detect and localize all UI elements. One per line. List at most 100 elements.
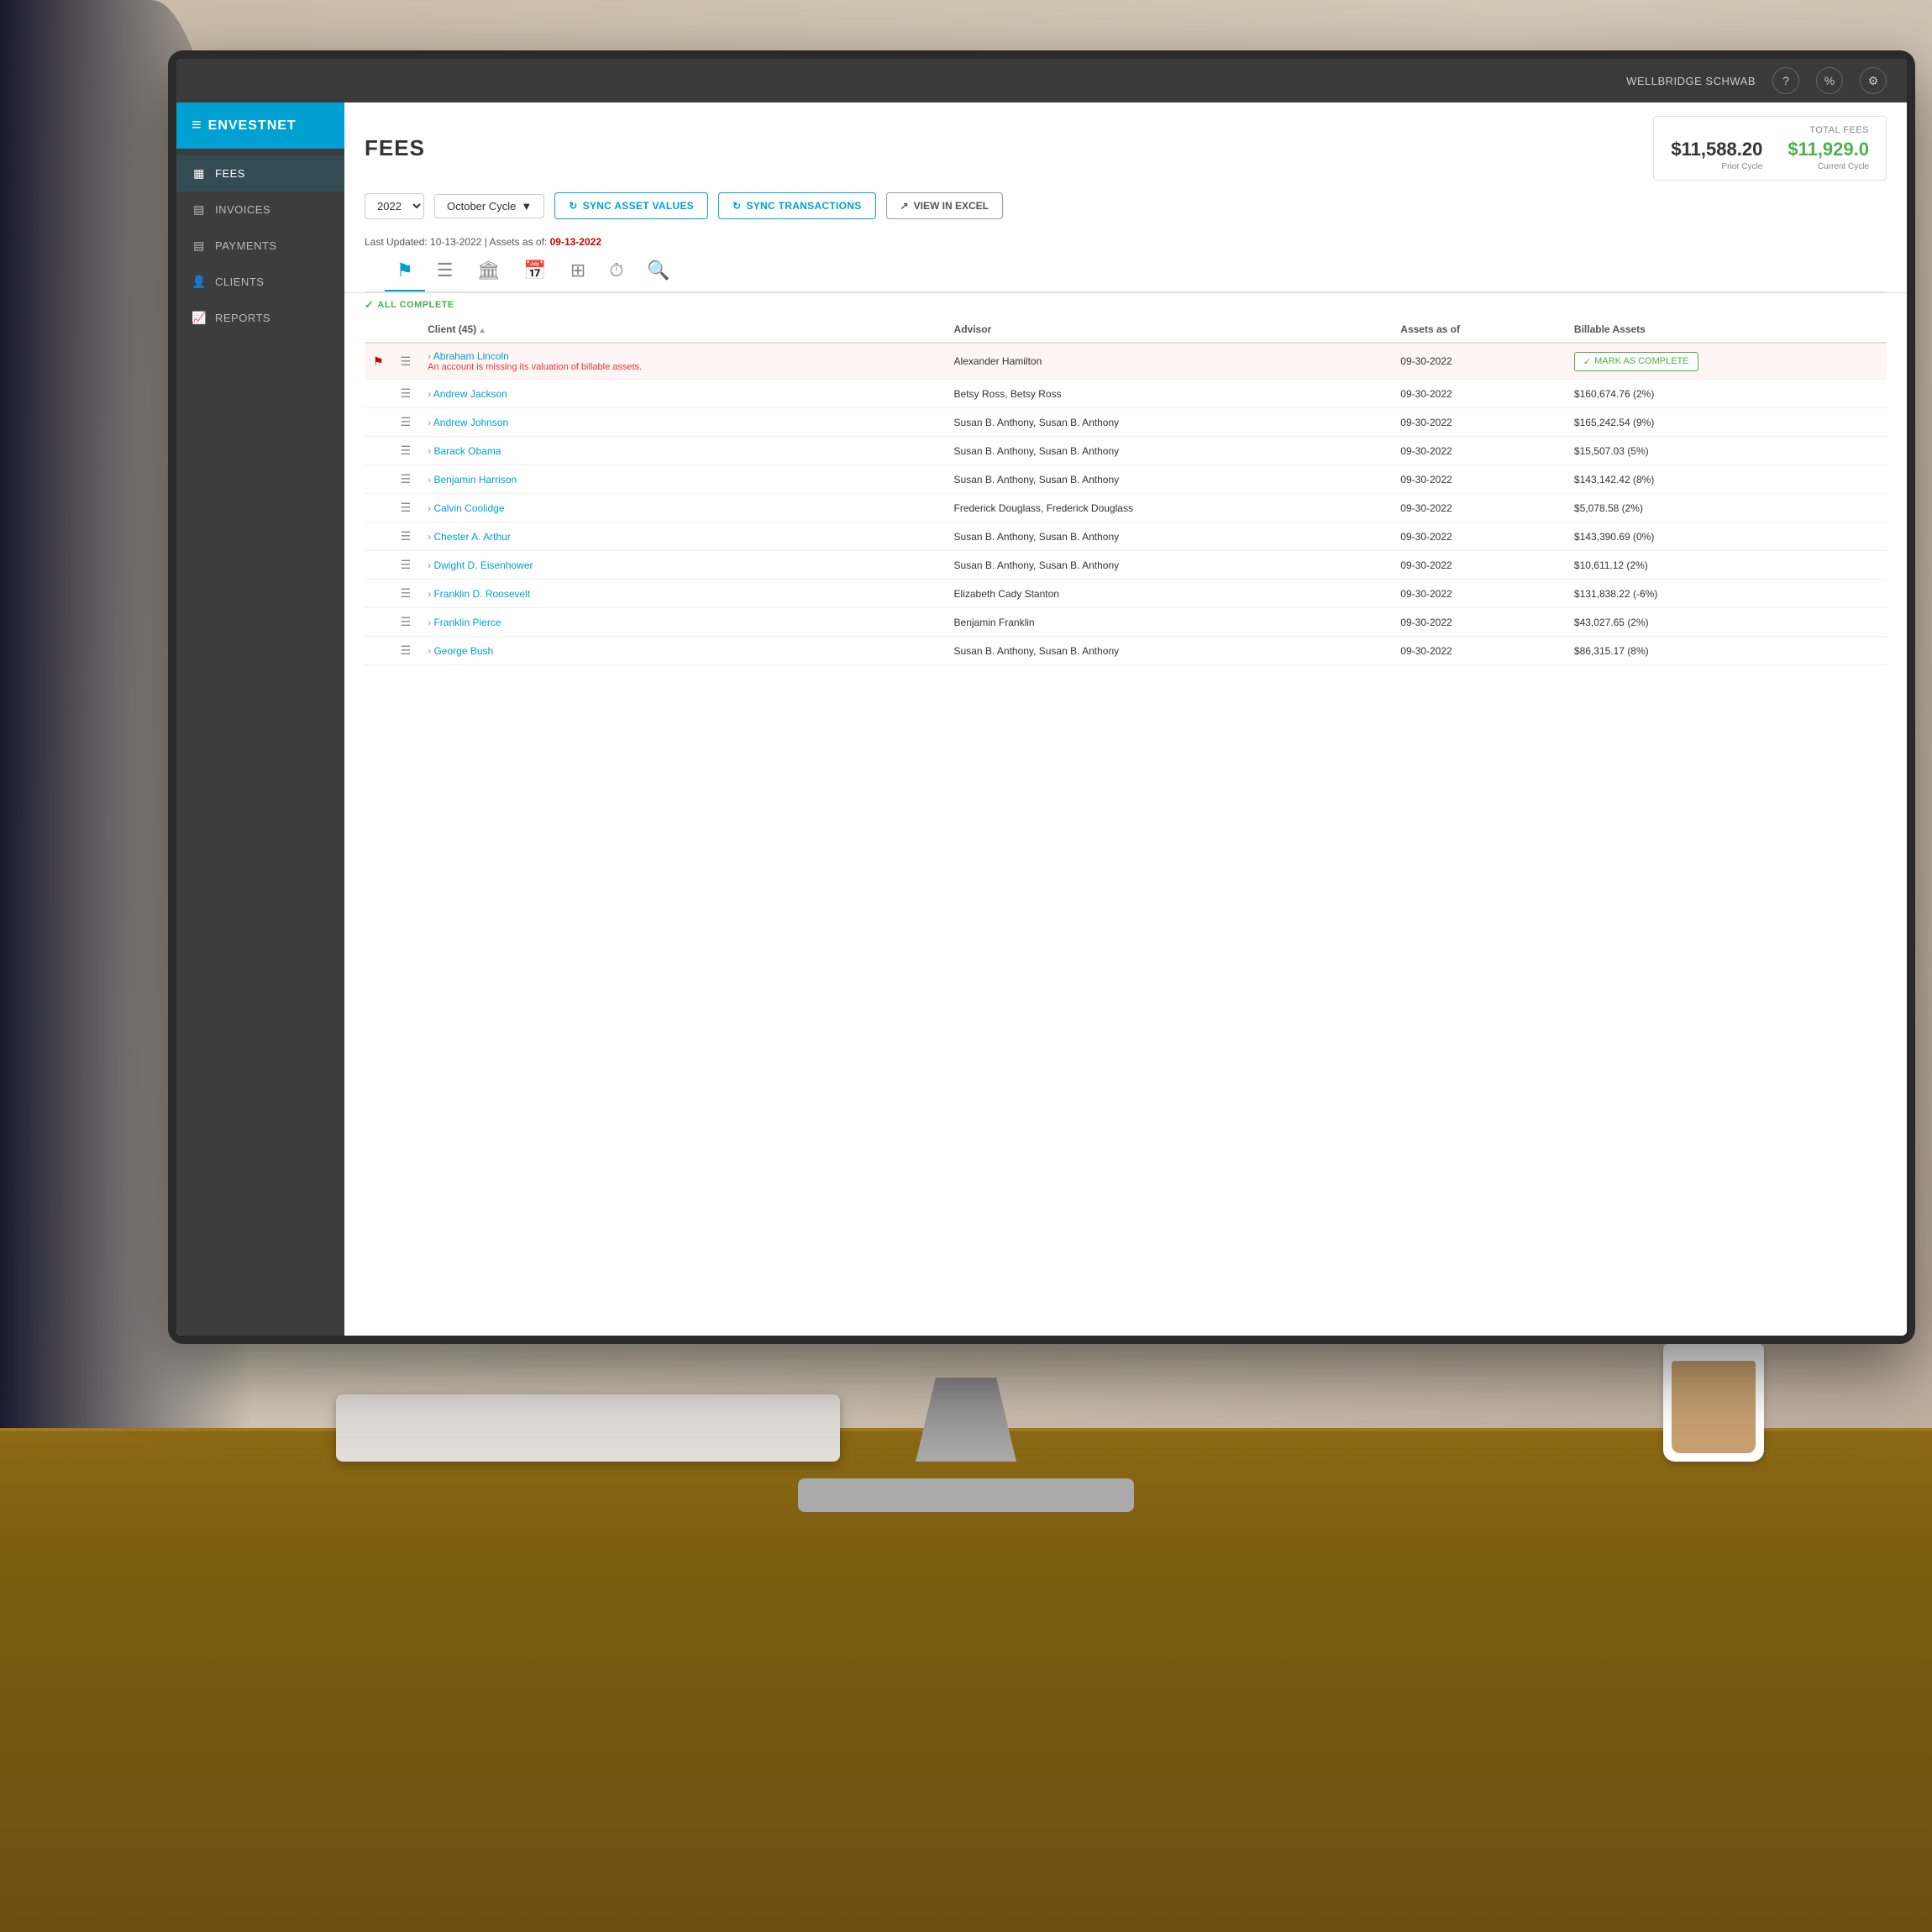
table-row: ☰ Chester A. Arthur Susan B. Anthony, Su…	[365, 522, 1887, 551]
mark-complete-button[interactable]: ✓ MARK AS COMPLETE	[1574, 352, 1698, 371]
advisor-cell: Susan B. Anthony, Susan B. Anthony	[946, 437, 1393, 465]
client-name[interactable]: Chester A. Arthur	[428, 531, 511, 543]
sidebar-item-clients[interactable]: 👤 CLIENTS	[176, 264, 344, 300]
filter-tab-doc[interactable]: ☰	[425, 251, 465, 291]
flag-cell	[365, 522, 392, 551]
doc-cell: ☰	[392, 380, 420, 408]
billable-cell: $86,315.17 (8%)	[1566, 637, 1887, 665]
sync-asset-icon: ↻	[569, 200, 577, 212]
sync-transactions-button[interactable]: ↻ SYNC TRANSACTIONS	[718, 192, 875, 219]
table-row: ☰ Calvin Coolidge Frederick Douglass, Fr…	[365, 494, 1887, 522]
total-fees-label: TOTAL FEES	[1671, 125, 1869, 135]
fees-title-row: FEES TOTAL FEES $11,588.20 Prior Cycle	[365, 116, 1887, 181]
client-cell[interactable]: Dwight D. Eisenhower	[419, 551, 945, 580]
doc-cell: ☰	[392, 437, 420, 465]
filter-tab-flag[interactable]: ⚑	[385, 251, 425, 291]
advisor-cell: Susan B. Anthony, Susan B. Anthony	[946, 551, 1393, 580]
filter-tab-bank[interactable]: 🏛	[465, 251, 512, 291]
doc-icon: ☰	[401, 444, 412, 457]
fees-icon: ▦	[192, 166, 207, 181]
client-name[interactable]: Andrew Johnson	[428, 417, 508, 428]
coffee-cup	[1663, 1344, 1764, 1462]
year-select[interactable]: 2022	[365, 193, 424, 219]
filter-tab-clock[interactable]: ⏱	[597, 251, 635, 291]
sidebar-item-invoices[interactable]: ▤ INVOICES	[176, 192, 344, 228]
monitor-base	[798, 1478, 1134, 1512]
client-cell[interactable]: Barack Obama	[419, 437, 945, 465]
billable-cell: ✓ MARK AS COMPLETE	[1566, 343, 1887, 380]
client-cell[interactable]: Calvin Coolidge	[419, 494, 945, 522]
settings-icon[interactable]: ⚙	[1860, 67, 1887, 94]
client-name[interactable]: Abraham Lincoln	[428, 350, 937, 362]
current-amount: $11,929.0	[1788, 139, 1869, 160]
sync-trans-icon: ↻	[732, 200, 741, 212]
monitor-frame: WELLBRIDGE SCHWAB ? % ⚙ ≡ ENVESTNET ▦ FE…	[168, 50, 1915, 1344]
flag-cell	[365, 437, 392, 465]
sidebar-item-reports-label: REPORTS	[215, 312, 270, 324]
col-client[interactable]: Client (45)	[419, 317, 945, 343]
cycle-select[interactable]: October Cycle ▼	[434, 194, 544, 218]
filter-tab-calendar[interactable]: 📅	[512, 251, 558, 291]
help-icon[interactable]: ?	[1772, 67, 1799, 94]
client-cell[interactable]: Chester A. Arthur	[419, 522, 945, 551]
client-cell[interactable]: Andrew Johnson	[419, 408, 945, 437]
controls-row: 2022 October Cycle ▼ ↻ SYNC ASSET VALUES…	[365, 192, 1887, 219]
table-row: ☰ Andrew Jackson Betsy Ross, Betsy Ross …	[365, 380, 1887, 408]
table-header: Client (45) Advisor Assets as of Billabl…	[365, 317, 1887, 343]
client-cell[interactable]: Franklin Pierce	[419, 608, 945, 637]
sidebar-item-invoices-label: INVOICES	[215, 203, 270, 216]
flag-cell	[365, 580, 392, 608]
col-doc	[392, 317, 420, 343]
sidebar-logo: ≡ ENVESTNET	[176, 102, 344, 149]
cycle-label: October Cycle	[447, 200, 516, 213]
client-name[interactable]: Franklin Pierce	[428, 617, 501, 628]
doc-icon: ☰	[401, 558, 412, 571]
clients-icon: 👤	[192, 275, 207, 289]
view-excel-button[interactable]: ↗ VIEW IN EXCEL	[886, 192, 1003, 219]
sync-asset-values-button[interactable]: ↻ SYNC ASSET VALUES	[554, 192, 708, 219]
client-name[interactable]: Franklin D. Roosevelt	[428, 588, 530, 600]
client-name[interactable]: Dwight D. Eisenhower	[428, 559, 533, 571]
sidebar-item-payments[interactable]: ▤ PAYMENTS	[176, 228, 344, 264]
client-cell[interactable]: Andrew Jackson	[419, 380, 945, 408]
doc-cell: ☰	[392, 551, 420, 580]
flag-cell	[365, 408, 392, 437]
doc-icon: ☰	[401, 501, 412, 514]
doc-icon: ☰	[401, 586, 412, 600]
table-row: ⚑ ☰ Abraham Lincoln An account is missin…	[365, 343, 1887, 380]
flag-cell	[365, 380, 392, 408]
client-cell[interactable]: Benjamin Harrison	[419, 465, 945, 494]
table-row: ☰ Andrew Johnson Susan B. Anthony, Susan…	[365, 408, 1887, 437]
assets-date-cell: 09-30-2022	[1392, 494, 1566, 522]
sidebar-item-fees-label: FEES	[215, 167, 245, 180]
advisor-cell: Susan B. Anthony, Susan B. Anthony	[946, 408, 1393, 437]
client-name[interactable]: Andrew Jackson	[428, 388, 507, 400]
assets-date-cell: 09-30-2022	[1392, 522, 1566, 551]
client-cell[interactable]: Abraham Lincoln An account is missing it…	[419, 343, 945, 380]
filter-tab-search[interactable]: 🔍	[635, 251, 681, 291]
table-area: ✓ ALL COMPLETE Client (45) Advisor Asset…	[344, 293, 1907, 1336]
filter-tabs: ⚑ ☰ 🏛 📅 ⊞ ⏱ 🔍	[365, 251, 1887, 292]
sidebar-item-fees[interactable]: ▦ FEES	[176, 155, 344, 192]
advisor-cell: Elizabeth Cady Stanton	[946, 580, 1393, 608]
client-name[interactable]: Barack Obama	[428, 445, 501, 457]
assets-date: 09-13-2022	[550, 236, 601, 248]
client-name[interactable]: Calvin Coolidge	[428, 502, 504, 514]
advisor-cell: Susan B. Anthony, Susan B. Anthony	[946, 522, 1393, 551]
advisor-cell: Benjamin Franklin	[946, 608, 1393, 637]
logo-text: ENVESTNET	[208, 118, 297, 134]
doc-icon: ☰	[401, 615, 412, 628]
client-cell[interactable]: George Bush	[419, 637, 945, 665]
table-body: ⚑ ☰ Abraham Lincoln An account is missin…	[365, 343, 1887, 665]
client-name[interactable]: Benjamin Harrison	[428, 474, 517, 486]
col-billable: Billable Assets	[1566, 317, 1887, 343]
sidebar-item-reports[interactable]: 📈 REPORTS	[176, 300, 344, 336]
percent-icon[interactable]: %	[1816, 67, 1843, 94]
client-cell[interactable]: Franklin D. Roosevelt	[419, 580, 945, 608]
assets-date-cell: 09-30-2022	[1392, 637, 1566, 665]
filter-tab-grid[interactable]: ⊞	[559, 251, 597, 291]
table-row: ☰ Franklin D. Roosevelt Elizabeth Cady S…	[365, 580, 1887, 608]
client-name[interactable]: George Bush	[428, 645, 493, 657]
flag-cell	[365, 494, 392, 522]
billable-cell: $15,507.03 (5%)	[1566, 437, 1887, 465]
